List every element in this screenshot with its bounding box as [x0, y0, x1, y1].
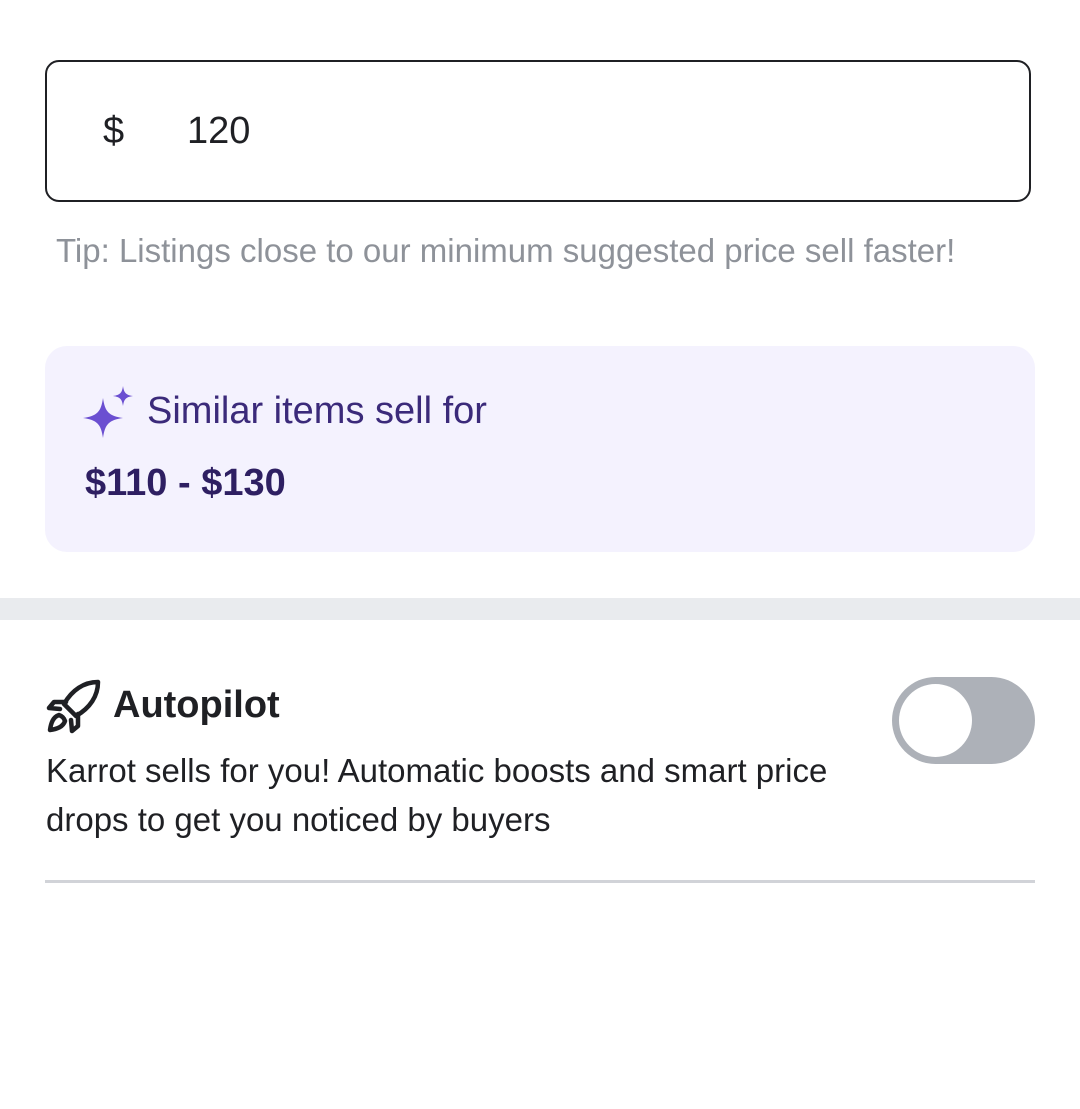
autopilot-title: Autopilot [113, 684, 280, 726]
sparkle-icon [83, 386, 133, 438]
price-input[interactable] [187, 62, 967, 200]
price-field[interactable]: $ [45, 60, 1031, 202]
autopilot-toggle[interactable] [892, 677, 1035, 764]
section-divider [0, 598, 1080, 620]
rocket-icon [46, 679, 101, 734]
bottom-divider [45, 880, 1035, 883]
suggested-price-range: $110 - $130 [85, 462, 286, 504]
suggested-price-card: Similar items sell for $110 - $130 [45, 346, 1035, 552]
price-tip: Tip: Listings close to our minimum sugge… [56, 232, 956, 269]
autopilot-description: Karrot sells for you! Automatic boosts a… [46, 752, 828, 838]
toggle-knob [899, 684, 972, 757]
currency-symbol: $ [103, 109, 125, 152]
suggested-price-title: Similar items sell for [147, 390, 487, 432]
